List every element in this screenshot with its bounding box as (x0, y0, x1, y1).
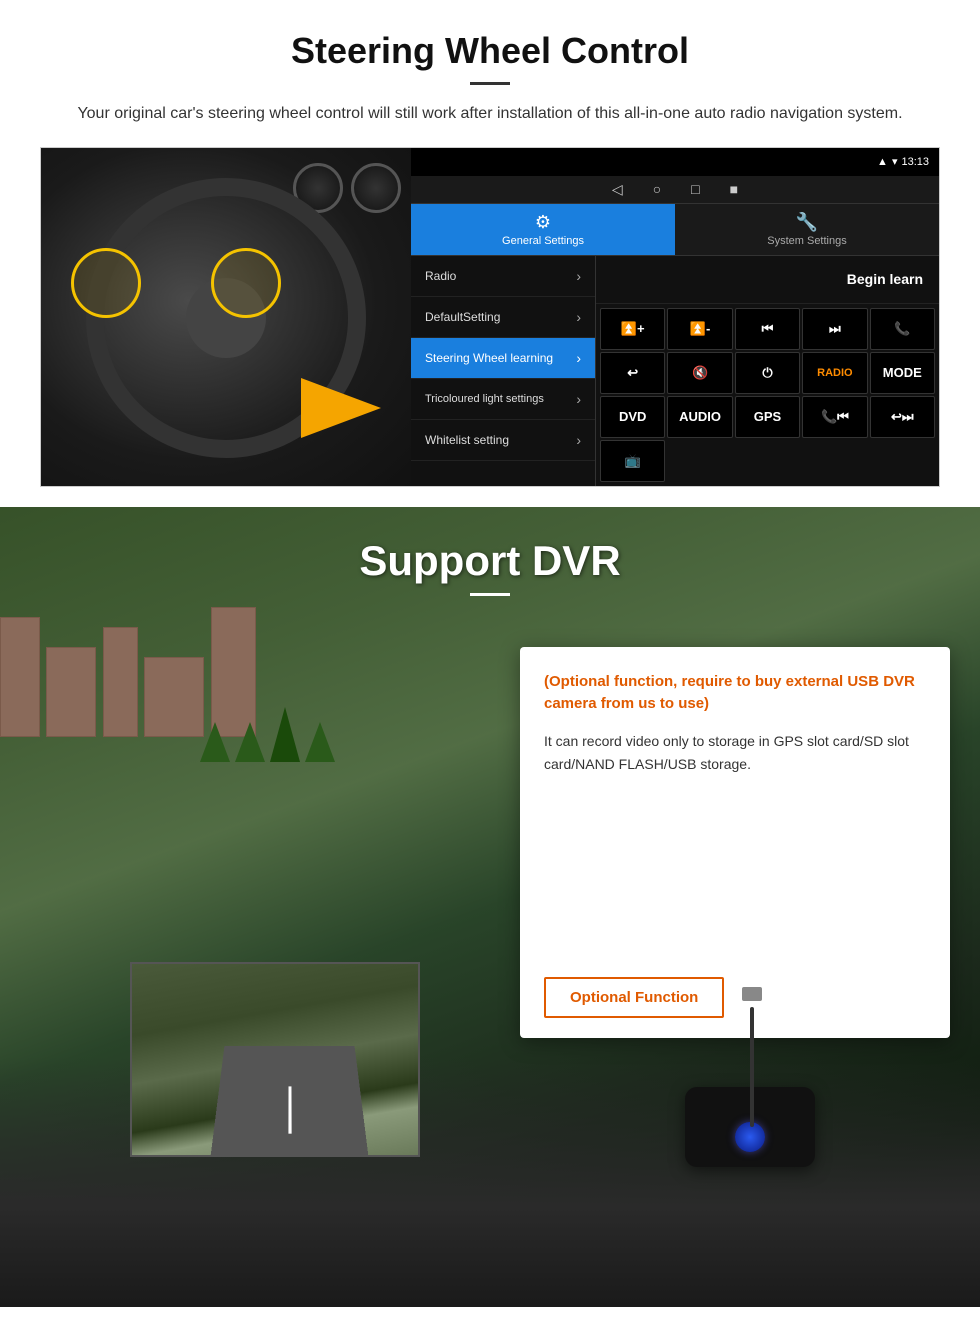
dvr-divider (470, 593, 510, 596)
steering-photo (41, 148, 411, 487)
chevron-icon-4: › (576, 391, 581, 407)
menu-default-label: DefaultSetting (425, 310, 500, 324)
tree-1 (200, 722, 230, 762)
ctrl-hangup[interactable]: ↩ (600, 352, 665, 394)
menu-radio-label: Radio (425, 269, 456, 283)
title-divider (470, 82, 510, 85)
ctrl-radio[interactable]: RADIO (802, 352, 867, 394)
dvr-info-box: (Optional function, require to buy exter… (520, 647, 950, 1039)
ctrl-hang-next[interactable]: ↩⏭ (870, 396, 935, 438)
ctrl-mute[interactable]: 🔇 (667, 352, 732, 394)
status-icons: ▲ ▾ 13:13 (877, 155, 929, 168)
nav-home[interactable]: ○ (653, 181, 661, 197)
tree-4 (305, 722, 335, 762)
camera-cable (750, 1007, 754, 1127)
ctrl-vol-up[interactable]: ⏫+ (600, 308, 665, 350)
building-2 (46, 647, 96, 737)
ctrl-mode[interactable]: MODE (870, 352, 935, 394)
menu-item-steering-learn[interactable]: Steering Wheel learning › (411, 338, 595, 379)
ctrl-next[interactable]: ⏭ (802, 308, 867, 350)
signal-icon: ▲ (877, 156, 888, 168)
building-1 (0, 617, 40, 737)
steering-title: Steering Wheel Control (40, 30, 940, 72)
inset-road-line (288, 1086, 291, 1133)
dvr-section: Support DVR (Optional function, require … (0, 507, 980, 1307)
tree-3 (270, 707, 300, 762)
chevron-icon-3: › (576, 350, 581, 366)
settings-content: Radio › DefaultSetting › Steering Wheel … (411, 256, 939, 486)
ctrl-prev[interactable]: ⏮ (735, 308, 800, 350)
ctrl-audio[interactable]: AUDIO (667, 396, 732, 438)
settings-tabs: ⚙ General Settings 🔧 System Settings (411, 204, 939, 256)
menu-item-whitelist[interactable]: Whitelist setting › (411, 420, 595, 461)
settings-right-panel: Begin learn ⏫+ ⏫- ⏮ ⏭ 📞 ↩ 🔇 ⏻ RADIO MODE (596, 256, 939, 486)
chevron-icon: › (576, 268, 581, 284)
highlight-left (71, 248, 141, 318)
nav-recent[interactable]: □ (691, 181, 699, 197)
ui-mockup: ▲ ▾ 13:13 ◁ ○ □ ■ ⚙ General Settings 🔧 (40, 147, 940, 487)
android-ui-panel: ▲ ▾ 13:13 ◁ ○ □ ■ ⚙ General Settings 🔧 (411, 148, 939, 486)
arrow-body (301, 378, 381, 438)
arrow-annotation (301, 368, 401, 448)
dvr-title: Support DVR (40, 537, 940, 585)
control-buttons-grid: ⏫+ ⏫- ⏮ ⏭ 📞 ↩ 🔇 ⏻ RADIO MODE DVD AUDIO G… (596, 304, 939, 486)
menu-steering-label: Steering Wheel learning (425, 351, 553, 365)
usb-plug (742, 987, 762, 1001)
nav-menu[interactable]: ■ (730, 181, 738, 197)
begin-learn-area: Begin learn (596, 256, 939, 304)
tab-general-settings[interactable]: ⚙ General Settings (411, 204, 675, 255)
building-3 (103, 627, 138, 737)
menu-item-default[interactable]: DefaultSetting › (411, 297, 595, 338)
dvr-camera-illustration (560, 987, 940, 1207)
settings-menu: Radio › DefaultSetting › Steering Wheel … (411, 256, 596, 486)
trees-area (200, 707, 335, 762)
menu-whitelist-label: Whitelist setting (425, 433, 509, 447)
nav-back[interactable]: ◁ (612, 181, 623, 198)
steering-subtitle: Your original car's steering wheel contr… (60, 101, 920, 127)
chevron-icon-2: › (576, 309, 581, 325)
chevron-icon-5: › (576, 432, 581, 448)
ctrl-call-prev[interactable]: 📞⏮ (802, 396, 867, 438)
android-statusbar: ▲ ▾ 13:13 (411, 148, 939, 176)
menu-tricolour-label: Tricoloured light settings (425, 393, 544, 405)
ctrl-extra[interactable]: 📺 (600, 440, 665, 482)
android-navbar: ◁ ○ □ ■ (411, 176, 939, 204)
dvr-description: It can record video only to storage in G… (544, 730, 926, 778)
menu-item-tricolour[interactable]: Tricoloured light settings › (411, 379, 595, 420)
highlight-right (211, 248, 281, 318)
dvr-inset-photo (130, 962, 420, 1157)
dvr-header: Support DVR (0, 507, 980, 616)
begin-learn-button[interactable]: Begin learn (847, 271, 923, 287)
general-settings-icon: ⚙ (535, 212, 551, 233)
tricolour-row: Tricoloured light settings › (425, 391, 581, 407)
wifi-icon: ▾ (892, 155, 898, 168)
ctrl-power[interactable]: ⏻ (735, 352, 800, 394)
ctrl-call[interactable]: 📞 (870, 308, 935, 350)
ctrl-gps[interactable]: GPS (735, 396, 800, 438)
ctrl-vol-down[interactable]: ⏫- (667, 308, 732, 350)
steering-wheel-bg (41, 148, 411, 487)
menu-item-radio[interactable]: Radio › (411, 256, 595, 297)
dvr-optional-text: (Optional function, require to buy exter… (544, 671, 926, 716)
system-settings-icon: 🔧 (796, 212, 818, 233)
inset-road (210, 1046, 369, 1157)
tab-system-label: System Settings (767, 235, 846, 247)
tab-system-settings[interactable]: 🔧 System Settings (675, 204, 939, 255)
gauge-rpm (351, 163, 401, 213)
ctrl-dvd[interactable]: DVD (600, 396, 665, 438)
tab-general-label: General Settings (502, 235, 584, 247)
time-display: 13:13 (901, 156, 929, 168)
building-4 (144, 657, 204, 737)
tree-2 (235, 722, 265, 762)
steering-section: Steering Wheel Control Your original car… (0, 0, 980, 507)
